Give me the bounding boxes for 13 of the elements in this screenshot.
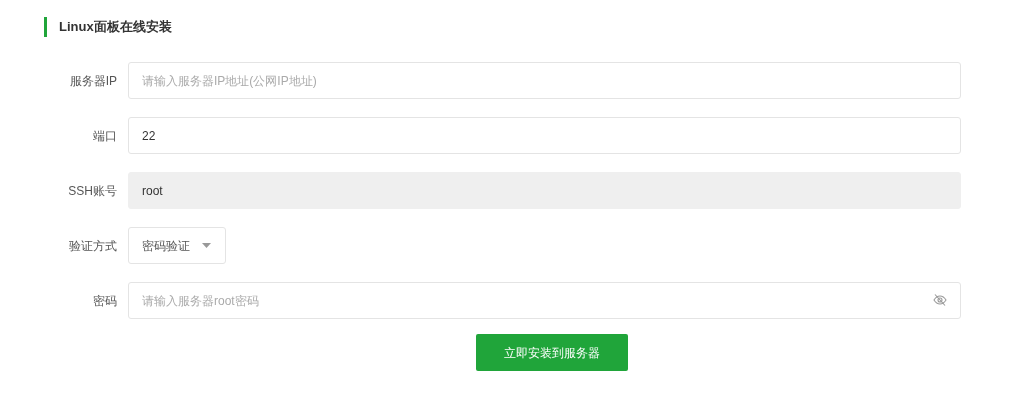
section-title: Linux面板在线安装: [59, 17, 172, 36]
field-label: 验证方式: [68, 237, 117, 255]
field-label: 服务器IP: [68, 72, 117, 90]
field-label: SSH账号: [67, 182, 117, 200]
password-field[interactable]: 请输入服务器root密码: [128, 282, 961, 319]
field-label: 端口: [92, 127, 117, 145]
eye-hidden-icon[interactable]: [933, 294, 947, 306]
input-field[interactable]: 请输入服务器IP地址(公网IP地址): [128, 62, 961, 99]
title-accent-bar: [44, 16, 47, 37]
caret-icon: [202, 243, 211, 248]
field-label: 密码: [92, 292, 117, 310]
auth-method-select[interactable]: 密码验证: [128, 227, 226, 264]
input-field[interactable]: 22: [128, 117, 961, 154]
